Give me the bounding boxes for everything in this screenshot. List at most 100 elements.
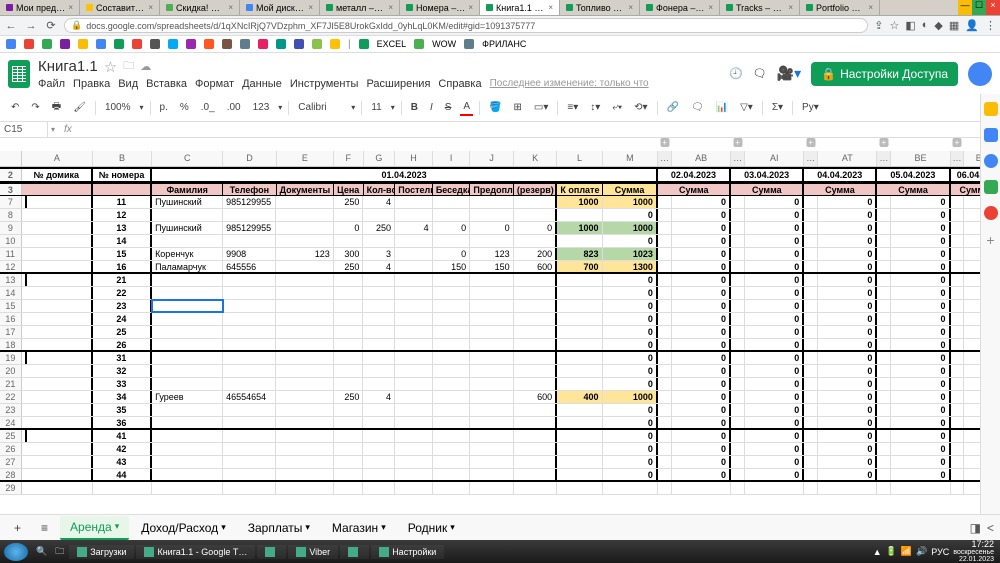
- cell[interactable]: [557, 469, 602, 480]
- cell[interactable]: Коренчук: [152, 248, 223, 260]
- cell[interactable]: 0: [818, 352, 877, 364]
- cell[interactable]: 0: [672, 339, 731, 350]
- bookmark-icon[interactable]: [276, 39, 286, 49]
- cell[interactable]: 0: [603, 300, 658, 312]
- cell[interactable]: 0: [672, 417, 731, 428]
- cell[interactable]: 0: [891, 391, 950, 403]
- cell[interactable]: [395, 391, 433, 403]
- cell[interactable]: [470, 456, 513, 468]
- cell[interactable]: 0: [891, 196, 950, 208]
- cell[interactable]: 823: [557, 248, 602, 260]
- cell[interactable]: [223, 378, 276, 390]
- cell[interactable]: 300: [334, 248, 364, 260]
- cell[interactable]: 0: [672, 261, 731, 272]
- italic-icon[interactable]: I: [427, 100, 436, 115]
- cell[interactable]: [223, 430, 276, 442]
- cell[interactable]: [557, 313, 602, 325]
- cell[interactable]: 0: [672, 209, 731, 221]
- cell[interactable]: [433, 196, 471, 208]
- column-header[interactable]: …+: [658, 151, 672, 166]
- cell[interactable]: 0: [745, 313, 804, 325]
- cell[interactable]: [334, 235, 364, 247]
- browser-tab[interactable]: Номера – Goo…×: [400, 0, 480, 15]
- cell[interactable]: 0: [745, 248, 804, 260]
- calendar-icon[interactable]: [984, 102, 998, 116]
- meet-icon[interactable]: 🎥▾: [777, 65, 801, 82]
- cell[interactable]: [557, 378, 602, 390]
- cell[interactable]: 0: [603, 274, 658, 286]
- cell[interactable]: [433, 404, 471, 416]
- browser-tab[interactable]: Tracks – Googl…×: [720, 0, 800, 15]
- menu-item[interactable]: Вставка: [146, 78, 187, 90]
- cell[interactable]: 0: [603, 339, 658, 350]
- cell[interactable]: 0: [603, 287, 658, 299]
- column-header[interactable]: D: [223, 151, 276, 166]
- cell[interactable]: [223, 365, 276, 377]
- taskbar-item[interactable]: Viber: [288, 545, 338, 559]
- cell[interactable]: 0: [672, 469, 731, 480]
- percent-icon[interactable]: %: [177, 100, 192, 115]
- cell[interactable]: [363, 235, 395, 247]
- cell[interactable]: 4: [363, 196, 395, 208]
- cell[interactable]: [223, 339, 276, 350]
- bookmark-icon[interactable]: [330, 39, 340, 49]
- cell[interactable]: 0: [891, 261, 950, 272]
- cell[interactable]: 0: [672, 378, 731, 390]
- cell[interactable]: [334, 209, 364, 221]
- url-input[interactable]: 🔒 docs.google.com/spreadsheets/d/1qXNcIR…: [64, 18, 868, 33]
- cell[interactable]: [514, 378, 557, 390]
- cell[interactable]: 0: [672, 248, 731, 260]
- grid[interactable]: 2№ домика№ номера01.04.202302.04.202303.…: [0, 167, 1000, 495]
- bookmark-icon[interactable]: [96, 39, 106, 49]
- column-header[interactable]: E: [277, 151, 334, 166]
- cell[interactable]: 0: [672, 235, 731, 247]
- menu-item[interactable]: Расширения: [366, 78, 430, 90]
- taskbar-item[interactable]: [257, 545, 286, 559]
- keep-icon[interactable]: [984, 128, 998, 142]
- cell[interactable]: 700: [557, 261, 602, 272]
- cell[interactable]: 0: [818, 378, 877, 390]
- column-header[interactable]: L: [557, 151, 602, 166]
- sheets-logo-icon[interactable]: [8, 60, 30, 88]
- dec-dec-icon[interactable]: .0_: [198, 100, 218, 115]
- tray-icon[interactable]: 🔋: [886, 546, 897, 557]
- cell[interactable]: [363, 352, 395, 364]
- cell[interactable]: 0: [891, 300, 950, 312]
- cell[interactable]: 0: [745, 235, 804, 247]
- cell[interactable]: [363, 443, 395, 455]
- cell[interactable]: 985129955: [223, 222, 276, 234]
- cell[interactable]: 150: [470, 261, 513, 272]
- menu-item[interactable]: Правка: [73, 78, 110, 90]
- cell[interactable]: [514, 274, 557, 286]
- cell[interactable]: [276, 443, 333, 455]
- cell[interactable]: [395, 417, 433, 428]
- column-header[interactable]: C: [152, 151, 223, 166]
- cell[interactable]: [334, 300, 364, 312]
- cell[interactable]: [152, 404, 223, 416]
- star-icon[interactable]: ☆: [889, 19, 899, 32]
- cell[interactable]: 0: [603, 417, 658, 428]
- cell[interactable]: 645556: [223, 261, 276, 272]
- reload-icon[interactable]: ⟳: [44, 19, 58, 32]
- cell[interactable]: [514, 326, 557, 338]
- browser-tab[interactable]: Скидка! Помо…×: [160, 0, 240, 15]
- cell[interactable]: [276, 469, 333, 480]
- cell[interactable]: [152, 352, 223, 364]
- cell[interactable]: 0: [818, 404, 877, 416]
- cell[interactable]: 9908: [223, 248, 276, 260]
- menu-item[interactable]: Формат: [195, 78, 234, 90]
- lang-indicator[interactable]: РУС: [931, 547, 949, 557]
- currency-icon[interactable]: р.: [157, 100, 171, 115]
- cell[interactable]: 250: [334, 196, 364, 208]
- cell[interactable]: 0: [603, 365, 658, 377]
- avatar[interactable]: [968, 62, 992, 86]
- cell[interactable]: 0: [891, 326, 950, 338]
- cell[interactable]: 0: [891, 352, 950, 364]
- cell[interactable]: 0: [603, 313, 658, 325]
- cell[interactable]: [334, 378, 364, 390]
- cell[interactable]: [470, 430, 513, 442]
- cell[interactable]: [557, 430, 602, 442]
- cell[interactable]: [223, 274, 276, 286]
- bookmark-link[interactable]: EXCEL: [377, 39, 407, 49]
- cell[interactable]: 0: [891, 417, 950, 428]
